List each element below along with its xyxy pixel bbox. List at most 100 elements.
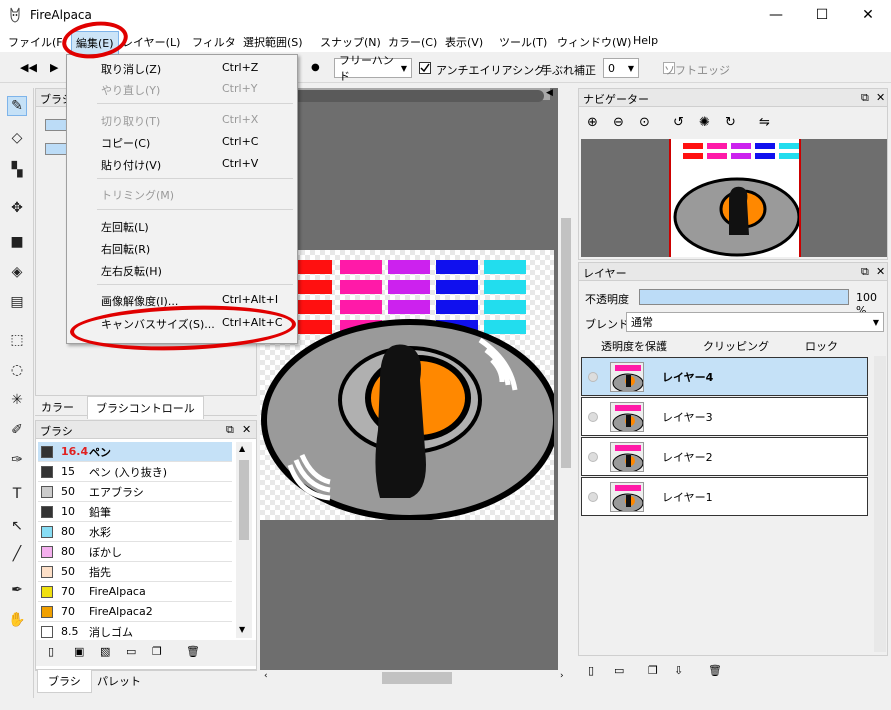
color-swatch-primary[interactable] bbox=[45, 119, 67, 131]
rect-select-tool-icon[interactable]: ⬚ bbox=[7, 330, 27, 350]
float-icon[interactable]: ⧉ bbox=[861, 265, 869, 279]
move-tool-icon[interactable]: ✥ bbox=[7, 198, 27, 218]
fill-rect-tool-icon[interactable]: ■ bbox=[7, 232, 27, 252]
brush-list-item[interactable]: 10 鉛筆 bbox=[38, 502, 232, 522]
menu-view[interactable]: 表示(V) bbox=[445, 34, 483, 50]
minimize-button[interactable]: — bbox=[753, 0, 799, 30]
color-swatch-secondary[interactable] bbox=[45, 143, 67, 155]
artwork-canvas[interactable] bbox=[260, 250, 554, 520]
close-icon[interactable]: ✕ bbox=[876, 91, 885, 104]
menu-filter[interactable]: フィルタ bbox=[192, 34, 236, 50]
text-tool-icon[interactable]: T bbox=[7, 484, 27, 504]
menu-selection[interactable]: 選択範囲(S) bbox=[243, 34, 303, 50]
layer-row[interactable]: レイヤー2 bbox=[581, 437, 868, 476]
bucket-tool-icon[interactable]: ◈ bbox=[7, 262, 27, 282]
scroll-right-icon[interactable]: › bbox=[560, 671, 564, 681]
visibility-icon[interactable] bbox=[588, 451, 598, 462]
h-scroll-thumb[interactable] bbox=[382, 672, 452, 684]
menu-item-rotate-left[interactable]: 左回転(L) bbox=[101, 219, 149, 235]
rotate-reset-icon[interactable]: ✺ bbox=[699, 115, 710, 130]
brush-list-item[interactable]: 15 ペン (入り抜き) bbox=[38, 462, 232, 482]
operation-tool-icon[interactable]: ↖ bbox=[7, 516, 27, 536]
menu-file[interactable]: ファイル(F) bbox=[8, 34, 67, 50]
brush-list-item[interactable]: 80 水彩 bbox=[38, 522, 232, 542]
lasso-tool-icon[interactable]: ◌ bbox=[7, 360, 27, 380]
brush-list-item[interactable]: 70 FireAlpaca bbox=[38, 582, 232, 602]
prev-brush-icon[interactable]: ◀◀ bbox=[20, 61, 37, 74]
brush-list-item[interactable]: 70 FireAlpaca2 bbox=[38, 602, 232, 622]
menu-window[interactable]: ウィンドウ(W) bbox=[557, 34, 631, 50]
layer-row[interactable]: レイヤー1 bbox=[581, 477, 868, 516]
zoom-in-icon[interactable]: ⊕ bbox=[587, 115, 598, 130]
canvas-area[interactable]: ◀ bbox=[260, 88, 574, 670]
hand-tool-icon[interactable]: ✋ bbox=[7, 610, 27, 630]
tab-brush[interactable]: ブラシ bbox=[37, 670, 92, 693]
horizontal-scrollbar[interactable]: ‹ › bbox=[260, 670, 574, 686]
zoom-fit-icon[interactable]: ⊙ bbox=[639, 115, 650, 130]
new-layer-icon[interactable]: ▯ bbox=[588, 664, 594, 677]
tab-brush-control[interactable]: ブラシコントロール bbox=[87, 396, 204, 419]
menu-item-paste[interactable]: 貼り付け(V) bbox=[101, 157, 161, 173]
close-icon[interactable]: ✕ bbox=[876, 265, 885, 278]
menu-color[interactable]: カラー(C) bbox=[388, 34, 437, 50]
stabilizer-select[interactable]: 0 ▼ bbox=[603, 58, 639, 78]
gradient-tool-icon[interactable]: ▤ bbox=[7, 292, 27, 312]
visibility-icon[interactable] bbox=[588, 411, 598, 422]
magic-wand-tool-icon[interactable]: ✳ bbox=[7, 390, 27, 410]
brush-list-item[interactable]: 50 指先 bbox=[38, 562, 232, 582]
folder-icon[interactable]: ▭ bbox=[126, 645, 136, 658]
v-scroll-thumb[interactable] bbox=[561, 218, 571, 468]
brush-list-item[interactable]: 16.4 ペン bbox=[38, 442, 232, 462]
menu-item-undo[interactable]: 取り消し(Z) bbox=[101, 61, 161, 77]
maximize-button[interactable]: ☐ bbox=[799, 0, 845, 30]
antialias-checkbox[interactable] bbox=[419, 62, 431, 74]
divide-tool-icon[interactable]: ╱ bbox=[7, 544, 27, 564]
eraser-tool-icon[interactable]: ◇ bbox=[7, 128, 27, 148]
select-pen-tool-icon[interactable]: ✐ bbox=[7, 420, 27, 440]
brush-script-icon[interactable]: ▧ bbox=[100, 645, 110, 658]
brush-list-item[interactable]: 50 エアブラシ bbox=[38, 482, 232, 502]
layer-row[interactable]: レイヤー4 bbox=[581, 357, 868, 396]
rotate-left-icon[interactable]: ↺ bbox=[673, 115, 684, 130]
layers-scrollbar[interactable] bbox=[874, 356, 886, 652]
float-icon[interactable]: ⧉ bbox=[226, 423, 234, 437]
eyedropper-tool-icon[interactable]: ✒ bbox=[7, 580, 27, 600]
zoom-out-icon[interactable]: ⊖ bbox=[613, 115, 624, 130]
menu-item-cut[interactable]: 切り取り(T) bbox=[101, 113, 160, 129]
visibility-icon[interactable] bbox=[588, 371, 598, 382]
next-brush-icon[interactable]: ▶ bbox=[50, 61, 58, 74]
pen-tool-icon[interactable]: ✎ bbox=[7, 96, 27, 116]
menu-item-redo[interactable]: やり直し(Y) bbox=[101, 82, 160, 98]
new-brush-icon[interactable]: ▯ bbox=[48, 645, 54, 658]
opacity-slider[interactable] bbox=[639, 289, 849, 305]
trash-icon[interactable]: 🗑 bbox=[186, 645, 200, 658]
tab-color[interactable]: カラー bbox=[41, 399, 74, 415]
scroll-thumb[interactable] bbox=[239, 460, 249, 540]
tab-palette[interactable]: パレット bbox=[97, 673, 141, 689]
menu-item-trim[interactable]: トリミング(M) bbox=[101, 187, 174, 203]
blend-select[interactable]: 通常 ▼ bbox=[626, 312, 884, 332]
brush-list-item[interactable]: 8.5 消しゴム bbox=[38, 622, 232, 642]
close-button[interactable]: ✕ bbox=[845, 0, 891, 30]
menu-item-flip-horizontal[interactable]: 左右反転(H) bbox=[101, 263, 162, 279]
flip-icon[interactable]: ⇋ bbox=[759, 115, 770, 130]
menu-layer[interactable]: レイヤー(L) bbox=[122, 34, 180, 50]
brush-list-item[interactable]: 80 ぼかし bbox=[38, 542, 232, 562]
draw-mode-select[interactable]: フリーハンド ▼ bbox=[334, 54, 412, 83]
scroll-down-icon[interactable]: ▼ bbox=[239, 625, 245, 634]
merge-down-icon[interactable]: ⇩ bbox=[674, 664, 683, 677]
dot-tool-icon[interactable]: ▚ bbox=[7, 160, 27, 180]
delete-layer-icon[interactable]: 🗑 bbox=[708, 664, 722, 677]
scroll-left-icon[interactable]: ‹ bbox=[264, 671, 268, 681]
tab-scroll-left-icon[interactable]: ◀ bbox=[546, 88, 553, 98]
rotate-right-icon[interactable]: ↻ bbox=[725, 115, 736, 130]
menu-tools[interactable]: ツール(T) bbox=[499, 34, 547, 50]
brush-scrollbar[interactable]: ▲ ▼ bbox=[236, 442, 252, 638]
layer-row[interactable]: レイヤー3 bbox=[581, 397, 868, 436]
menu-item-copy[interactable]: コピー(C) bbox=[101, 135, 150, 151]
brush-edit-icon[interactable]: ▣ bbox=[74, 645, 84, 658]
menu-item-rotate-right[interactable]: 右回転(R) bbox=[101, 241, 150, 257]
menu-snap[interactable]: スナップ(N) bbox=[320, 34, 381, 50]
scroll-up-icon[interactable]: ▲ bbox=[239, 444, 245, 453]
close-icon[interactable]: ✕ bbox=[242, 423, 251, 436]
